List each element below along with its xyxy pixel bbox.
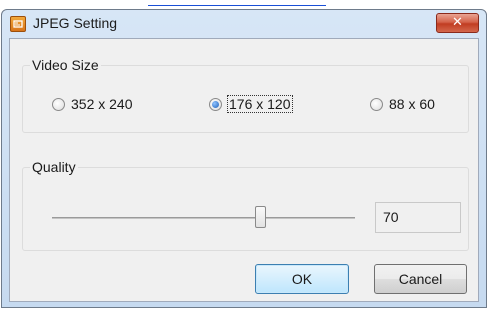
background-link-fragment <box>148 0 326 6</box>
ok-button[interactable]: OK <box>255 264 349 294</box>
radio-352x240[interactable]: 352 x 240 <box>52 95 133 113</box>
video-size-label: Video Size <box>30 57 101 73</box>
radio-88x60[interactable]: 88 x 60 <box>370 95 435 113</box>
close-button[interactable]: ✕ <box>436 13 479 33</box>
radio-button-icon[interactable] <box>52 97 65 111</box>
app-icon <box>10 16 26 32</box>
jpeg-setting-dialog: JPEG Setting ✕ Video Size 352 x 240 176 … <box>1 9 487 308</box>
dialog-client-area: Video Size 352 x 240 176 x 120 88 x 60 Q… <box>9 38 479 302</box>
background-page-strip <box>0 0 490 9</box>
radio-176x120-label: 176 x 120 <box>227 95 293 113</box>
quality-label: Quality <box>30 159 78 175</box>
radio-88x60-label: 88 x 60 <box>389 96 435 112</box>
quality-slider-track[interactable] <box>52 217 355 219</box>
radio-button-icon[interactable] <box>370 97 383 111</box>
quality-slider-thumb[interactable] <box>255 206 266 228</box>
title-bar[interactable]: JPEG Setting ✕ <box>2 10 486 37</box>
cancel-button[interactable]: Cancel <box>374 264 467 294</box>
radio-176x120[interactable]: 176 x 120 <box>209 95 293 113</box>
quality-value-field[interactable]: 70 <box>375 202 461 233</box>
close-icon: ✕ <box>452 15 463 30</box>
radio-352x240-label: 352 x 240 <box>71 96 133 112</box>
radio-button-selected-icon[interactable] <box>209 97 222 111</box>
window-title: JPEG Setting <box>33 15 118 31</box>
